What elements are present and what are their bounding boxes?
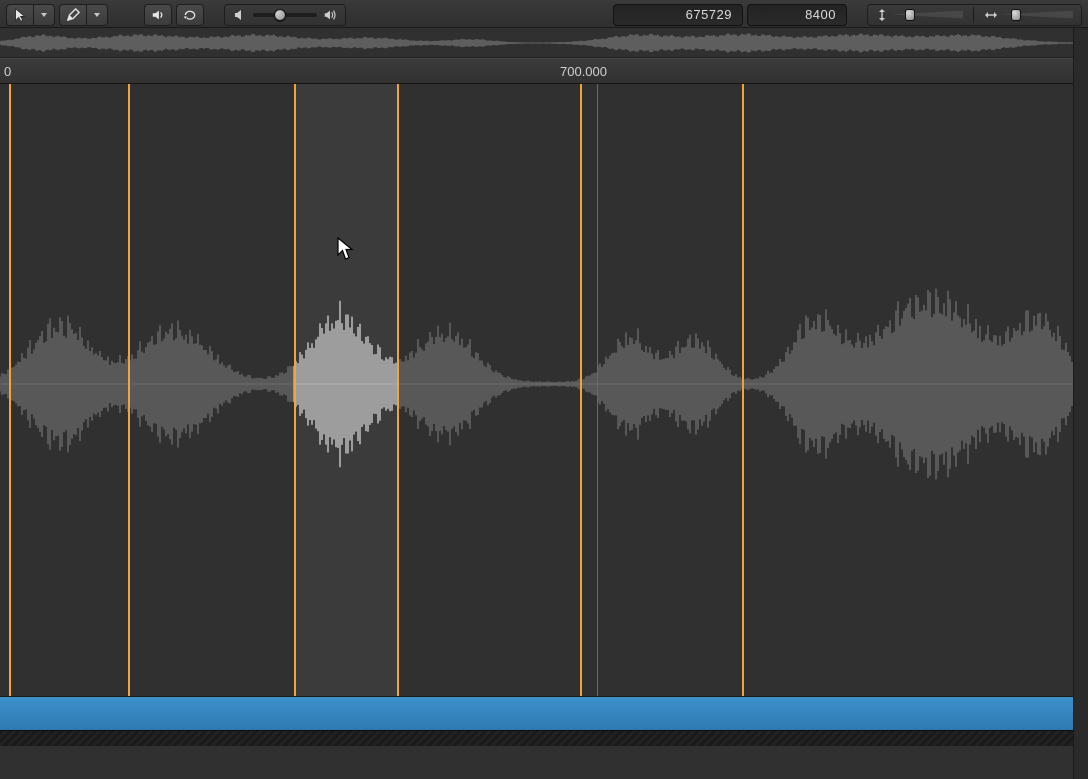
transient-marker[interactable]: [294, 84, 296, 696]
time-ruler[interactable]: 0 700.000: [0, 58, 1073, 84]
overview-strip[interactable]: [0, 28, 1073, 58]
loop-region-bar[interactable]: [0, 696, 1073, 730]
overview-waveform: [0, 28, 1073, 58]
selection-region[interactable]: [294, 84, 397, 696]
transient-marker[interactable]: [580, 84, 582, 696]
vertical-scrollbar[interactable]: [1073, 28, 1088, 779]
horizontal-scrollbar[interactable]: [0, 730, 1073, 746]
transient-marker[interactable]: [397, 84, 399, 696]
main-waveform: [0, 84, 1073, 696]
transient-marker[interactable]: [9, 84, 11, 696]
transient-marker[interactable]: [128, 84, 130, 696]
waveform-editor[interactable]: [0, 84, 1073, 696]
ruler-tick-center: 700.000: [560, 64, 607, 79]
ruler-tick-start: 0: [4, 64, 11, 79]
transient-marker[interactable]: [742, 84, 744, 696]
playhead[interactable]: [597, 84, 598, 696]
